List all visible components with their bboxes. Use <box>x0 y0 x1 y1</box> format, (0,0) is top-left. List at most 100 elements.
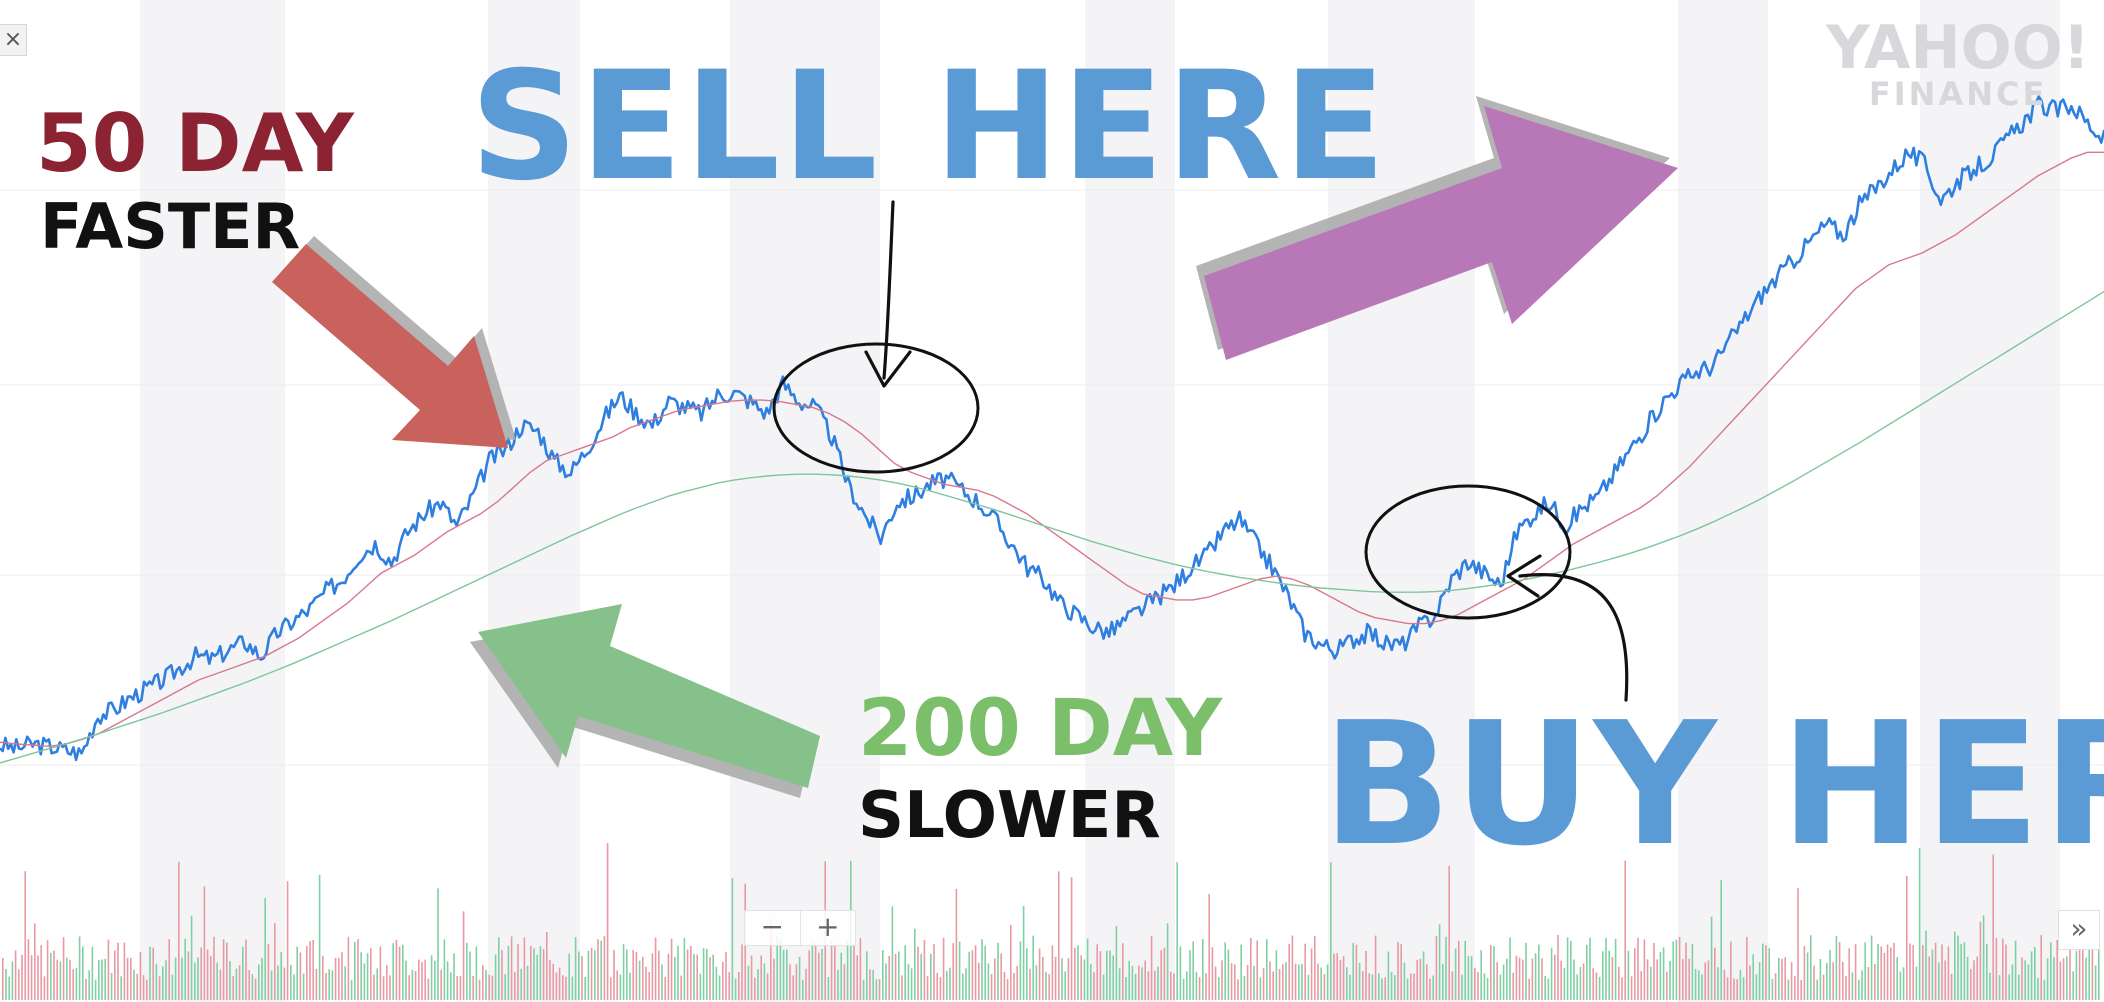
volume-bar <box>1752 954 1754 1000</box>
volume-bar <box>1525 942 1527 1000</box>
zoom-out-button[interactable]: − <box>745 911 800 945</box>
volume-bar <box>542 949 545 1000</box>
volume-bar <box>1915 966 1918 1000</box>
volume-bar <box>1419 958 1422 1000</box>
volume-bar <box>552 963 554 1000</box>
volume-bar <box>405 960 407 1000</box>
volume-bar <box>731 878 734 1000</box>
volume-bar <box>1445 936 1447 1000</box>
volume-bar <box>274 923 276 1000</box>
volume-bar <box>402 944 404 1000</box>
volume-bar <box>763 963 766 1000</box>
volume-bar <box>1611 957 1614 1000</box>
volume-bar <box>107 939 110 1000</box>
volume-bar <box>312 940 314 1000</box>
volume-bar <box>1253 966 1255 1000</box>
volume-bar <box>962 973 964 1000</box>
yahoo-finance-watermark: YAHOO! FINANCE <box>1826 18 2090 110</box>
volume-bar <box>18 969 20 1000</box>
volume-bar <box>459 975 462 1000</box>
volume-bar <box>942 937 945 1000</box>
volume-bar <box>1995 938 1998 1000</box>
close-button[interactable]: × <box>0 24 27 56</box>
volume-bar <box>325 973 327 1000</box>
volume-bar <box>1826 962 1828 1000</box>
volume-bar <box>2094 965 2097 1000</box>
label-slower: SLOWER <box>858 779 1161 853</box>
volume-bar <box>1672 941 1674 1000</box>
volume-bar <box>1675 939 1678 1000</box>
volume-bar <box>1634 948 1636 1000</box>
volume-bar <box>581 956 583 1000</box>
volume-bar <box>904 945 906 1000</box>
volume-bar <box>514 972 516 1000</box>
volume-bar <box>830 940 833 1000</box>
volume-bar <box>1086 938 1089 1000</box>
volume-bar <box>779 938 782 1000</box>
volume-bar <box>1176 862 1178 1000</box>
volume-bar <box>1150 935 1153 1000</box>
volume-bar <box>24 871 26 1000</box>
volume-bar <box>520 968 522 1000</box>
volume-bar <box>1432 975 1434 1000</box>
volume-bar <box>562 975 564 1000</box>
volume-bar <box>1227 949 1230 1000</box>
volume-bar <box>1966 956 1969 1000</box>
volume-bar <box>1800 979 1802 1000</box>
volume-bar <box>1384 977 1386 1000</box>
volume-bar <box>1173 973 1175 1000</box>
volume-bar <box>606 843 609 1000</box>
volume-bar <box>1976 956 1978 1000</box>
volume-bar <box>1346 967 1348 1000</box>
volume-bar <box>149 946 151 1000</box>
volume-bar <box>242 946 244 1000</box>
volume-bar <box>450 972 452 1000</box>
volume-bar <box>1486 977 1489 1000</box>
volume-bar <box>382 976 385 1000</box>
volume-bar <box>2021 957 2023 1000</box>
volume-bar <box>1512 972 1514 1000</box>
volume-bar <box>690 946 692 1000</box>
volume-bar <box>786 949 788 1000</box>
volume-bar <box>1944 960 1946 1000</box>
volume-bar <box>1000 953 1002 1000</box>
volume-bar <box>1480 950 1482 1000</box>
volume-bar <box>389 975 391 1000</box>
volume-bar <box>328 969 330 1000</box>
volume-bar <box>709 957 711 1000</box>
volume-bar <box>936 973 938 1000</box>
volume-bar <box>1973 960 1975 1000</box>
volume-bar <box>2034 947 2036 1000</box>
volume-bar <box>1797 888 1799 1000</box>
volume-bar <box>424 959 426 1000</box>
volume-bar <box>677 945 679 1000</box>
volume-bar <box>1736 979 1738 1000</box>
volume-bar <box>1234 964 1236 1000</box>
volume-bar <box>1576 974 1578 1000</box>
volume-bar <box>1269 961 1271 1000</box>
expand-button[interactable]: » <box>2058 910 2100 950</box>
volume-bar <box>1477 972 1479 1000</box>
volume-bar <box>216 962 218 1000</box>
volume-bar <box>1182 978 1185 1000</box>
volume-bar <box>258 964 260 1000</box>
volume-bar <box>699 973 702 1000</box>
volume-bar <box>197 957 199 1000</box>
volume-bar <box>706 948 708 1000</box>
volume-bar <box>1019 941 1022 1000</box>
volume-bar <box>2075 950 2078 1000</box>
volume-bar <box>1467 956 1470 1000</box>
volume-bar <box>1982 915 1985 1000</box>
zoom-in-button[interactable]: + <box>799 911 856 945</box>
volume-bar <box>267 943 270 1000</box>
volume-bar <box>827 977 830 1000</box>
volume-bar <box>494 954 497 1000</box>
volume-bar <box>1528 978 1530 1000</box>
volume-bar <box>1326 964 1329 1000</box>
volume-bar <box>280 952 282 1000</box>
volume-bar <box>808 950 810 1000</box>
volume-bar <box>440 969 442 1000</box>
volume-bar <box>1122 943 1124 1000</box>
volume-bar <box>283 967 286 1000</box>
volume-bar <box>62 937 65 1000</box>
